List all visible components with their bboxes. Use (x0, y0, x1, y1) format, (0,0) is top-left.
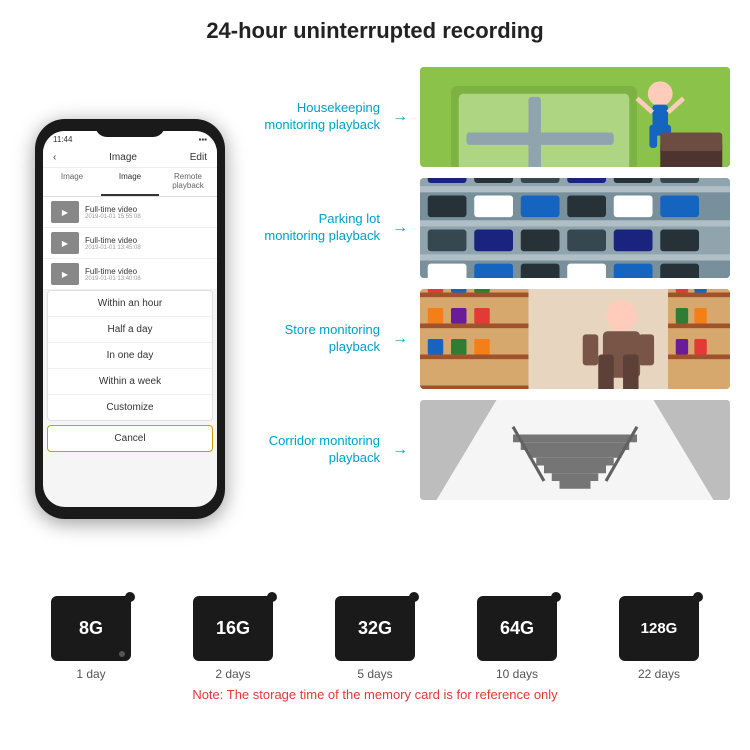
monitoring-photo-corridor (420, 400, 730, 500)
phone-screen: 11:44 ▪▪▪ ‹ Image Edit Image Image Remot… (43, 131, 217, 507)
video-time-3: 2019-01-01 13:40:08 (85, 276, 141, 282)
storage-note: Note: The storage time of the memory car… (20, 687, 730, 702)
main-content: 11:44 ▪▪▪ ‹ Image Edit Image Image Remot… (0, 54, 750, 584)
sd-card-16g-label: 16G (216, 618, 250, 639)
video-time-2: 2019-01-01 13:45:08 (85, 245, 141, 251)
sd-card-16g-days: 2 days (215, 667, 250, 681)
sd-card-128g-days: 22 days (638, 667, 680, 681)
phone-mockup: 11:44 ▪▪▪ ‹ Image Edit Image Image Remot… (20, 54, 240, 584)
memory-card-32g: 32G 5 days (335, 596, 415, 681)
phone-tab-remote[interactable]: Remote playback (159, 168, 217, 196)
monitoring-row-store: Store monitoringplayback → (250, 286, 730, 391)
phone-tab-image[interactable]: Image (43, 168, 101, 196)
memory-card-128g: 128G 22 days (619, 596, 699, 681)
monitoring-label-corridor: Corridor monitoringplayback (250, 433, 380, 467)
sd-card-32g-label: 32G (358, 618, 392, 639)
sd-card-8g-label: 8G (79, 618, 103, 639)
phone-body: 11:44 ▪▪▪ ‹ Image Edit Image Image Remot… (35, 119, 225, 519)
sd-card-64g-days: 10 days (496, 667, 538, 681)
sd-card-32g-days: 5 days (357, 667, 392, 681)
phone-tab-image2[interactable]: Image (101, 168, 159, 196)
list-item: ▶ Full-time video 2019-01-01 15:55:08 (43, 197, 217, 228)
monitoring-label-store: Store monitoringplayback (250, 322, 380, 356)
memory-cards-row: 8G 1 day 16G 2 days 32G 5 days 64G 10 da… (20, 596, 730, 681)
monitoring-label-parking: Parking lotmonitoring playback (250, 211, 380, 245)
memory-section: 8G 1 day 16G 2 days 32G 5 days 64G 10 da… (0, 584, 750, 702)
sd-card-16g: 16G (193, 596, 273, 661)
memory-card-64g: 64G 10 days (477, 596, 557, 681)
monitoring-label-housekeeping: Housekeepingmonitoring playback (250, 100, 380, 134)
phone-tabs: Image Image Remote playback (43, 168, 217, 197)
photo-store-scene (420, 289, 730, 389)
list-item: ▶ Full-time video 2019-01-01 13:45:08 (43, 228, 217, 259)
phone-nav-bar: ‹ Image Edit (43, 148, 217, 168)
video-thumb-1: ▶ (51, 201, 79, 223)
memory-card-8g: 8G 1 day (51, 596, 131, 681)
phone-icons: ▪▪▪ (198, 135, 207, 144)
sd-card-64g-label: 64G (500, 618, 534, 639)
photo-parking-scene (420, 178, 730, 278)
dropdown-item-week[interactable]: Within a week (48, 369, 212, 395)
arrow-icon-4: → (390, 441, 410, 459)
dropdown-item-one-day[interactable]: In one day (48, 343, 212, 369)
sd-card-8g: 8G (51, 596, 131, 661)
video-thumb-3: ▶ (51, 263, 79, 285)
monitoring-photo-housekeeping (420, 67, 730, 167)
phone-back-icon[interactable]: ‹ (53, 152, 56, 163)
memory-card-16g: 16G 2 days (193, 596, 273, 681)
photo-corridor-scene (420, 400, 730, 500)
list-item: ▶ Full-time video 2019-01-01 13:40:08 (43, 259, 217, 290)
right-content: Housekeepingmonitoring playback → (250, 54, 730, 584)
photo-kids-scene (420, 67, 730, 167)
monitoring-row-parking: Parking lotmonitoring playback → (250, 175, 730, 280)
page-title: 24-hour uninterrupted recording (0, 0, 750, 54)
dropdown-item-customize[interactable]: Customize (48, 395, 212, 420)
sd-card-64g: 64G (477, 596, 557, 661)
video-label-1: Full-time video (85, 205, 141, 214)
sd-card-128g: 128G (619, 596, 699, 661)
dropdown-item-within-hour[interactable]: Within an hour (48, 291, 212, 317)
arrow-icon-1: → (390, 108, 410, 126)
phone-edit-btn[interactable]: Edit (190, 152, 207, 163)
video-label-3: Full-time video (85, 267, 141, 276)
phone-cancel-button[interactable]: Cancel (47, 425, 213, 452)
dropdown-item-half-day[interactable]: Half a day (48, 317, 212, 343)
phone-list: ▶ Full-time video 2019-01-01 15:55:08 ▶ … (43, 197, 217, 290)
sd-card-128g-label: 128G (641, 620, 678, 637)
sd-card-8g-days: 1 day (76, 667, 105, 681)
phone-time: 11:44 (53, 135, 72, 144)
video-time-1: 2019-01-01 15:55:08 (85, 214, 141, 220)
arrow-icon-3: → (390, 330, 410, 348)
monitoring-photo-store (420, 289, 730, 389)
sd-card-32g: 32G (335, 596, 415, 661)
monitoring-row-housekeeping: Housekeepingmonitoring playback → (250, 64, 730, 169)
phone-notch (95, 119, 165, 137)
arrow-icon-2: → (390, 219, 410, 237)
phone-screen-title: Image (109, 152, 137, 163)
monitoring-photo-parking (420, 178, 730, 278)
phone-dropdown: Within an hour Half a day In one day Wit… (47, 290, 213, 421)
video-thumb-2: ▶ (51, 232, 79, 254)
video-label-2: Full-time video (85, 236, 141, 245)
monitoring-row-corridor: Corridor monitoringplayback → (250, 397, 730, 502)
